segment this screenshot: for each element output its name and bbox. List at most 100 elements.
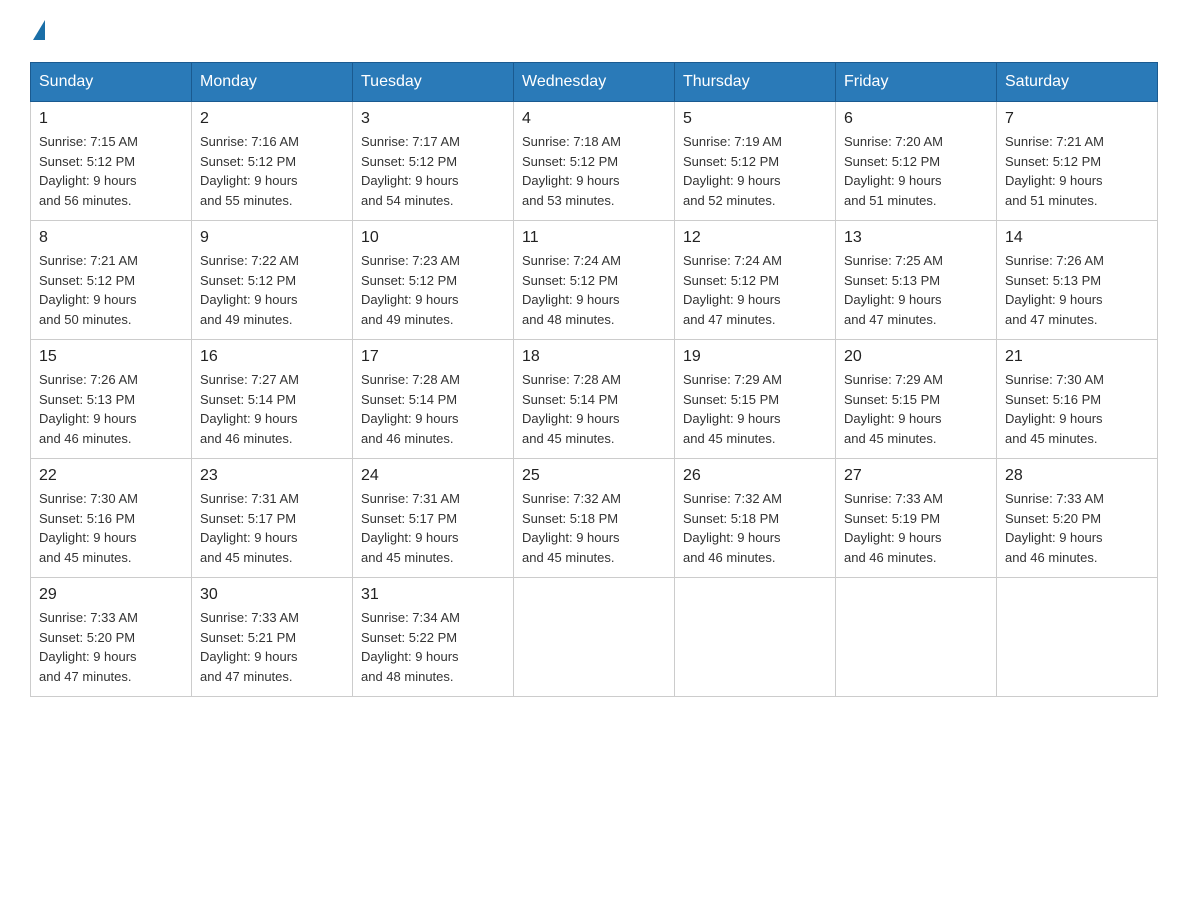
calendar-day-cell: 1 Sunrise: 7:15 AMSunset: 5:12 PMDaylight… <box>31 102 192 221</box>
day-sun-info: Sunrise: 7:32 AMSunset: 5:18 PMDaylight:… <box>683 489 827 567</box>
day-number: 25 <box>522 467 666 485</box>
day-sun-info: Sunrise: 7:31 AMSunset: 5:17 PMDaylight:… <box>200 489 344 567</box>
day-number: 23 <box>200 467 344 485</box>
calendar-day-cell: 23 Sunrise: 7:31 AMSunset: 5:17 PMDayligh… <box>192 459 353 578</box>
calendar-day-cell: 13 Sunrise: 7:25 AMSunset: 5:13 PMDayligh… <box>836 221 997 340</box>
day-sun-info: Sunrise: 7:21 AMSunset: 5:12 PMDaylight:… <box>1005 132 1149 210</box>
day-of-week-header: Friday <box>836 63 997 102</box>
calendar-day-cell <box>675 578 836 697</box>
day-number: 28 <box>1005 467 1149 485</box>
day-sun-info: Sunrise: 7:33 AMSunset: 5:19 PMDaylight:… <box>844 489 988 567</box>
day-sun-info: Sunrise: 7:30 AMSunset: 5:16 PMDaylight:… <box>39 489 183 567</box>
day-number: 18 <box>522 348 666 366</box>
day-sun-info: Sunrise: 7:33 AMSunset: 5:21 PMDaylight:… <box>200 608 344 686</box>
day-number: 24 <box>361 467 505 485</box>
calendar-week-row: 29 Sunrise: 7:33 AMSunset: 5:20 PMDayligh… <box>31 578 1158 697</box>
logo-top <box>30 20 45 42</box>
day-number: 11 <box>522 229 666 247</box>
calendar-week-row: 15 Sunrise: 7:26 AMSunset: 5:13 PMDayligh… <box>31 340 1158 459</box>
day-sun-info: Sunrise: 7:15 AMSunset: 5:12 PMDaylight:… <box>39 132 183 210</box>
day-sun-info: Sunrise: 7:29 AMSunset: 5:15 PMDaylight:… <box>683 370 827 448</box>
day-sun-info: Sunrise: 7:26 AMSunset: 5:13 PMDaylight:… <box>1005 251 1149 329</box>
day-number: 1 <box>39 110 183 128</box>
calendar-week-row: 22Sunrise: 7:30 AMSunset: 5:16 PMDayligh… <box>31 459 1158 578</box>
day-of-week-header: Saturday <box>997 63 1158 102</box>
day-sun-info: Sunrise: 7:26 AMSunset: 5:13 PMDaylight:… <box>39 370 183 448</box>
day-number: 15 <box>39 348 183 366</box>
page-header <box>30 20 1158 42</box>
calendar-week-row: 1 Sunrise: 7:15 AMSunset: 5:12 PMDaylight… <box>31 102 1158 221</box>
calendar-day-cell: 8Sunrise: 7:21 AMSunset: 5:12 PMDaylight… <box>31 221 192 340</box>
day-sun-info: Sunrise: 7:18 AMSunset: 5:12 PMDaylight:… <box>522 132 666 210</box>
day-number: 27 <box>844 467 988 485</box>
day-of-week-header: Sunday <box>31 63 192 102</box>
calendar-day-cell: 28 Sunrise: 7:33 AMSunset: 5:20 PMDayligh… <box>997 459 1158 578</box>
day-of-week-header: Tuesday <box>353 63 514 102</box>
day-number: 12 <box>683 229 827 247</box>
day-sun-info: Sunrise: 7:25 AMSunset: 5:13 PMDaylight:… <box>844 251 988 329</box>
day-number: 4 <box>522 110 666 128</box>
calendar-day-cell: 10 Sunrise: 7:23 AMSunset: 5:12 PMDayligh… <box>353 221 514 340</box>
day-of-week-header: Thursday <box>675 63 836 102</box>
day-number: 30 <box>200 586 344 604</box>
day-number: 20 <box>844 348 988 366</box>
calendar-day-cell: 14 Sunrise: 7:26 AMSunset: 5:13 PMDayligh… <box>997 221 1158 340</box>
calendar-day-cell <box>836 578 997 697</box>
calendar-day-cell: 2 Sunrise: 7:16 AMSunset: 5:12 PMDaylight… <box>192 102 353 221</box>
day-number: 17 <box>361 348 505 366</box>
day-sun-info: Sunrise: 7:23 AMSunset: 5:12 PMDaylight:… <box>361 251 505 329</box>
calendar-day-cell: 22Sunrise: 7:30 AMSunset: 5:16 PMDayligh… <box>31 459 192 578</box>
calendar-day-cell: 11 Sunrise: 7:24 AMSunset: 5:12 PMDayligh… <box>514 221 675 340</box>
logo <box>30 20 45 42</box>
day-number: 3 <box>361 110 505 128</box>
calendar-day-cell: 3 Sunrise: 7:17 AMSunset: 5:12 PMDaylight… <box>353 102 514 221</box>
calendar-day-cell: 17 Sunrise: 7:28 AMSunset: 5:14 PMDayligh… <box>353 340 514 459</box>
day-number: 13 <box>844 229 988 247</box>
day-number: 2 <box>200 110 344 128</box>
day-number: 16 <box>200 348 344 366</box>
day-number: 7 <box>1005 110 1149 128</box>
calendar-week-row: 8Sunrise: 7:21 AMSunset: 5:12 PMDaylight… <box>31 221 1158 340</box>
day-sun-info: Sunrise: 7:33 AMSunset: 5:20 PMDaylight:… <box>39 608 183 686</box>
day-sun-info: Sunrise: 7:16 AMSunset: 5:12 PMDaylight:… <box>200 132 344 210</box>
day-number: 5 <box>683 110 827 128</box>
day-sun-info: Sunrise: 7:34 AMSunset: 5:22 PMDaylight:… <box>361 608 505 686</box>
calendar-day-cell: 24 Sunrise: 7:31 AMSunset: 5:17 PMDayligh… <box>353 459 514 578</box>
day-sun-info: Sunrise: 7:28 AMSunset: 5:14 PMDaylight:… <box>361 370 505 448</box>
calendar-day-cell: 6 Sunrise: 7:20 AMSunset: 5:12 PMDaylight… <box>836 102 997 221</box>
day-number: 29 <box>39 586 183 604</box>
calendar-day-cell: 29 Sunrise: 7:33 AMSunset: 5:20 PMDayligh… <box>31 578 192 697</box>
calendar-day-cell: 31Sunrise: 7:34 AMSunset: 5:22 PMDayligh… <box>353 578 514 697</box>
day-sun-info: Sunrise: 7:24 AMSunset: 5:12 PMDaylight:… <box>683 251 827 329</box>
day-number: 6 <box>844 110 988 128</box>
calendar-day-cell: 30 Sunrise: 7:33 AMSunset: 5:21 PMDayligh… <box>192 578 353 697</box>
calendar-day-cell: 5 Sunrise: 7:19 AMSunset: 5:12 PMDaylight… <box>675 102 836 221</box>
day-sun-info: Sunrise: 7:29 AMSunset: 5:15 PMDaylight:… <box>844 370 988 448</box>
day-number: 14 <box>1005 229 1149 247</box>
day-sun-info: Sunrise: 7:31 AMSunset: 5:17 PMDaylight:… <box>361 489 505 567</box>
calendar-day-cell: 19 Sunrise: 7:29 AMSunset: 5:15 PMDayligh… <box>675 340 836 459</box>
day-number: 10 <box>361 229 505 247</box>
day-sun-info: Sunrise: 7:21 AMSunset: 5:12 PMDaylight:… <box>39 251 183 329</box>
day-sun-info: Sunrise: 7:27 AMSunset: 5:14 PMDaylight:… <box>200 370 344 448</box>
calendar-table: SundayMondayTuesdayWednesdayThursdayFrid… <box>30 62 1158 697</box>
calendar-day-cell: 20 Sunrise: 7:29 AMSunset: 5:15 PMDayligh… <box>836 340 997 459</box>
logo-triangle-icon <box>33 20 45 40</box>
day-sun-info: Sunrise: 7:24 AMSunset: 5:12 PMDaylight:… <box>522 251 666 329</box>
day-number: 26 <box>683 467 827 485</box>
calendar-day-cell <box>514 578 675 697</box>
calendar-day-cell: 26 Sunrise: 7:32 AMSunset: 5:18 PMDayligh… <box>675 459 836 578</box>
day-sun-info: Sunrise: 7:20 AMSunset: 5:12 PMDaylight:… <box>844 132 988 210</box>
day-number: 9 <box>200 229 344 247</box>
calendar-day-cell: 16 Sunrise: 7:27 AMSunset: 5:14 PMDayligh… <box>192 340 353 459</box>
day-sun-info: Sunrise: 7:33 AMSunset: 5:20 PMDaylight:… <box>1005 489 1149 567</box>
day-of-week-header: Monday <box>192 63 353 102</box>
calendar-day-cell <box>997 578 1158 697</box>
calendar-day-cell: 27 Sunrise: 7:33 AMSunset: 5:19 PMDayligh… <box>836 459 997 578</box>
day-sun-info: Sunrise: 7:19 AMSunset: 5:12 PMDaylight:… <box>683 132 827 210</box>
day-sun-info: Sunrise: 7:32 AMSunset: 5:18 PMDaylight:… <box>522 489 666 567</box>
day-number: 19 <box>683 348 827 366</box>
calendar-header-row: SundayMondayTuesdayWednesdayThursdayFrid… <box>31 63 1158 102</box>
day-sun-info: Sunrise: 7:17 AMSunset: 5:12 PMDaylight:… <box>361 132 505 210</box>
calendar-day-cell: 18Sunrise: 7:28 AMSunset: 5:14 PMDayligh… <box>514 340 675 459</box>
